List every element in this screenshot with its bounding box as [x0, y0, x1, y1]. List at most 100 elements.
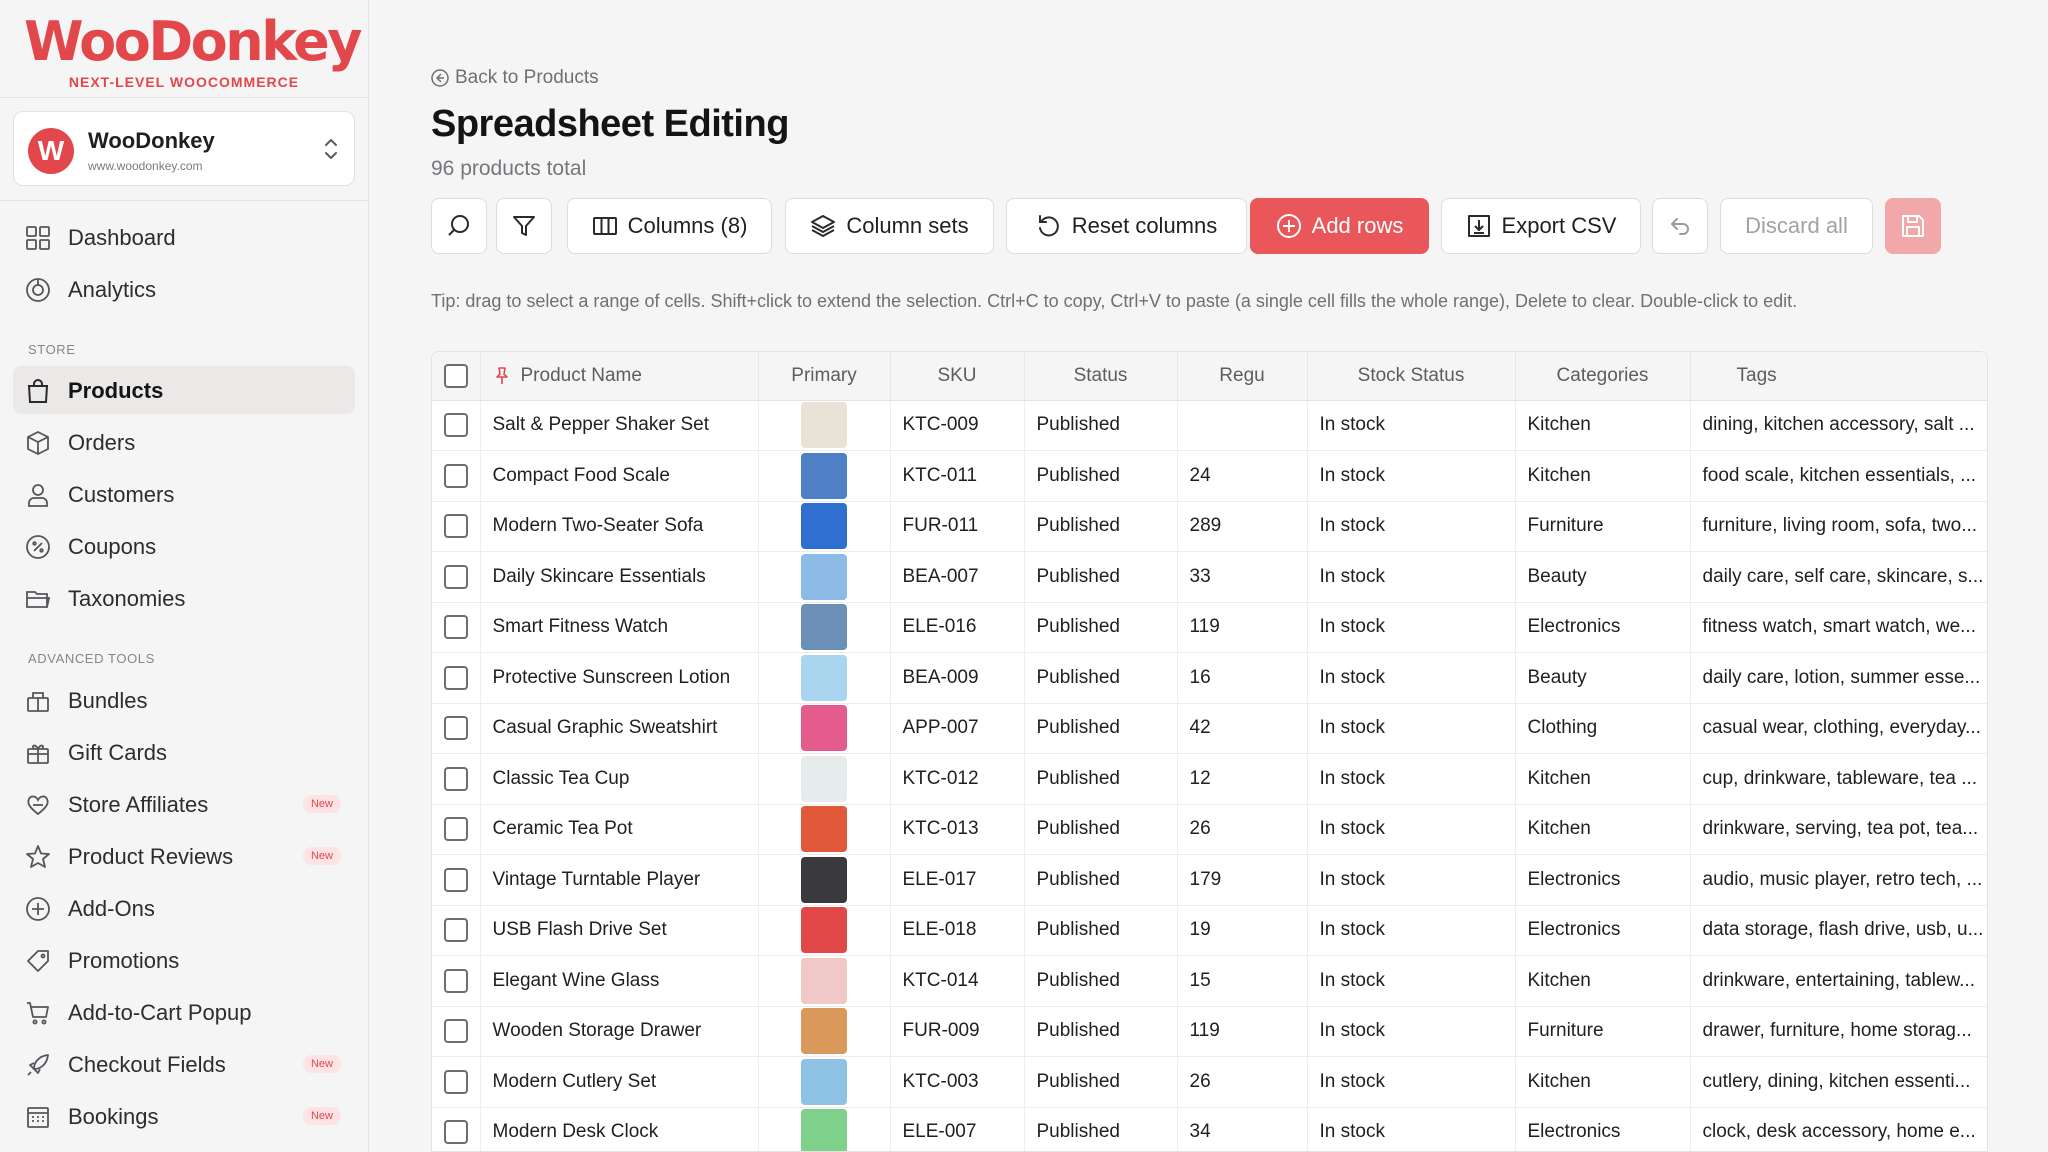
cell-status[interactable]: Published — [1024, 753, 1178, 805]
cell-status[interactable]: Published — [1024, 905, 1178, 956]
cell-stock-status[interactable]: In stock — [1307, 450, 1516, 502]
cell-tags[interactable]: clock, desk accessory, home e... — [1690, 1107, 1987, 1151]
column-header-product-name[interactable]: Product Name — [480, 352, 759, 401]
row-checkbox[interactable] — [443, 968, 468, 993]
cell-stock-status[interactable]: In stock — [1307, 1006, 1516, 1057]
cell-status[interactable]: Published — [1024, 955, 1178, 1007]
column-header-stock-status[interactable]: Stock Status — [1307, 352, 1516, 401]
sidebar-item-store-affiliates[interactable]: Store Affiliates New — [13, 780, 355, 828]
cell-regular-price[interactable]: 119 — [1177, 1006, 1308, 1057]
cell-stock-status[interactable]: In stock — [1307, 1107, 1516, 1151]
table-row[interactable]: Ceramic Tea Pot KTC-013 Published 26 In stoc… — [432, 804, 1987, 855]
cell-primary-image[interactable] — [758, 652, 891, 704]
cell-status[interactable]: Published — [1024, 400, 1178, 451]
save-button[interactable] — [1885, 198, 1941, 254]
table-row[interactable]: Protective Sunscreen Lotion BEA-009 Publis… — [432, 652, 1987, 704]
sidebar-item-add-ons[interactable]: Add-Ons — [13, 884, 355, 932]
sidebar-item-taxonomies[interactable]: Taxonomies — [13, 574, 355, 622]
reset-columns-button[interactable]: Reset columns — [1006, 198, 1247, 254]
cell-primary-image[interactable] — [758, 1056, 891, 1108]
table-row[interactable]: Classic Tea Cup KTC-012 Published 12 In stoc… — [432, 753, 1987, 805]
cell-stock-status[interactable]: In stock — [1307, 753, 1516, 805]
sidebar-item-checkout-fields[interactable]: Checkout Fields New — [13, 1040, 355, 1088]
sidebar-item-gift-cards[interactable]: Gift Cards — [13, 728, 355, 776]
cell-status[interactable]: Published — [1024, 652, 1178, 704]
cell-categories[interactable]: Kitchen — [1515, 400, 1691, 451]
cell-regular-price[interactable]: 24 — [1177, 450, 1308, 502]
cell-primary-image[interactable] — [758, 753, 891, 805]
cell-regular-price[interactable]: 12 — [1177, 753, 1308, 805]
pin-icon[interactable] — [493, 366, 511, 386]
cell-primary-image[interactable] — [758, 804, 891, 855]
cell-regular-price[interactable]: 15 — [1177, 955, 1308, 1007]
cell-status[interactable]: Published — [1024, 1107, 1178, 1151]
row-checkbox[interactable] — [443, 514, 468, 539]
cell-sku[interactable]: BEA-009 — [890, 652, 1025, 704]
row-checkbox[interactable] — [443, 564, 468, 589]
cell-sku[interactable]: KTC-003 — [890, 1056, 1025, 1108]
cell-status[interactable]: Published — [1024, 602, 1178, 653]
cell-categories[interactable]: Beauty — [1515, 652, 1691, 704]
row-checkbox[interactable] — [443, 615, 468, 640]
discard-all-button[interactable]: Discard all — [1720, 198, 1873, 254]
row-checkbox[interactable] — [443, 817, 468, 842]
cell-primary-image[interactable] — [758, 1006, 891, 1057]
cell-sku[interactable]: KTC-012 — [890, 753, 1025, 805]
cell-categories[interactable]: Furniture — [1515, 501, 1691, 552]
column-header-tags[interactable]: Tags — [1690, 352, 1987, 401]
row-checkbox[interactable] — [443, 716, 468, 741]
cell-regular-price[interactable]: 34 — [1177, 1107, 1308, 1151]
add-rows-button[interactable]: Add rows — [1250, 198, 1429, 254]
cell-product-name[interactable]: Elegant Wine Glass — [480, 955, 759, 1007]
column-header-primary[interactable]: Primary — [758, 352, 891, 401]
table-row[interactable]: Vintage Turntable Player ELE-017 Published… — [432, 854, 1987, 906]
cell-regular-price[interactable]: 119 — [1177, 602, 1308, 653]
column-sets-button[interactable]: Column sets — [785, 198, 994, 254]
filter-button[interactable] — [496, 198, 552, 254]
cell-tags[interactable]: daily care, lotion, summer esse... — [1690, 652, 1987, 704]
cell-categories[interactable]: Kitchen — [1515, 1056, 1691, 1108]
table-row[interactable]: Casual Graphic Sweatshirt APP-007 Publishe… — [432, 703, 1987, 754]
undo-button[interactable] — [1652, 198, 1708, 254]
cell-categories[interactable]: Furniture — [1515, 1006, 1691, 1057]
table-row[interactable]: Modern Two-Seater Sofa FUR-011 Published 28… — [432, 501, 1987, 552]
sidebar-item-bookings[interactable]: Bookings New — [13, 1092, 355, 1140]
select-all-checkbox[interactable] — [443, 363, 468, 388]
cell-categories[interactable]: Kitchen — [1515, 955, 1691, 1007]
cell-product-name[interactable]: Daily Skincare Essentials — [480, 551, 759, 603]
sidebar-item-dashboard[interactable]: Dashboard — [13, 213, 355, 261]
cell-tags[interactable]: drawer, furniture, home storag... — [1690, 1006, 1987, 1057]
cell-stock-status[interactable]: In stock — [1307, 400, 1516, 451]
cell-primary-image[interactable] — [758, 854, 891, 906]
column-header-status[interactable]: Status — [1024, 352, 1178, 401]
cell-stock-status[interactable]: In stock — [1307, 905, 1516, 956]
cell-categories[interactable]: Kitchen — [1515, 753, 1691, 805]
cell-status[interactable]: Published — [1024, 1056, 1178, 1108]
cell-tags[interactable]: cutlery, dining, kitchen essenti... — [1690, 1056, 1987, 1108]
cell-primary-image[interactable] — [758, 703, 891, 754]
column-header-sku[interactable]: SKU — [890, 352, 1025, 401]
sidebar-item-coupons[interactable]: Coupons — [13, 522, 355, 570]
cell-sku[interactable]: KTC-009 — [890, 400, 1025, 451]
cell-status[interactable]: Published — [1024, 703, 1178, 754]
cell-product-name[interactable]: Salt & Pepper Shaker Set — [480, 400, 759, 451]
row-checkbox[interactable] — [443, 1069, 468, 1094]
cell-stock-status[interactable]: In stock — [1307, 955, 1516, 1007]
cell-regular-price[interactable]: 26 — [1177, 1056, 1308, 1108]
sidebar-item-products[interactable]: Products — [13, 366, 355, 414]
cell-product-name[interactable]: Modern Cutlery Set — [480, 1056, 759, 1108]
cell-status[interactable]: Published — [1024, 804, 1178, 855]
row-checkbox[interactable] — [443, 413, 468, 438]
cell-status[interactable]: Published — [1024, 551, 1178, 603]
table-row[interactable]: Modern Cutlery Set KTC-003 Published 26 In s… — [432, 1056, 1987, 1108]
cell-tags[interactable]: drinkware, entertaining, tablew... — [1690, 955, 1987, 1007]
column-header-categories[interactable]: Categories — [1515, 352, 1691, 401]
cell-tags[interactable]: food scale, kitchen essentials, ... — [1690, 450, 1987, 502]
cell-sku[interactable]: ELE-016 — [890, 602, 1025, 653]
cell-primary-image[interactable] — [758, 551, 891, 603]
sidebar-item-customers[interactable]: Customers — [13, 470, 355, 518]
row-checkbox[interactable] — [443, 463, 468, 488]
cell-sku[interactable]: KTC-011 — [890, 450, 1025, 502]
cell-categories[interactable]: Electronics — [1515, 602, 1691, 653]
cell-primary-image[interactable] — [758, 905, 891, 956]
